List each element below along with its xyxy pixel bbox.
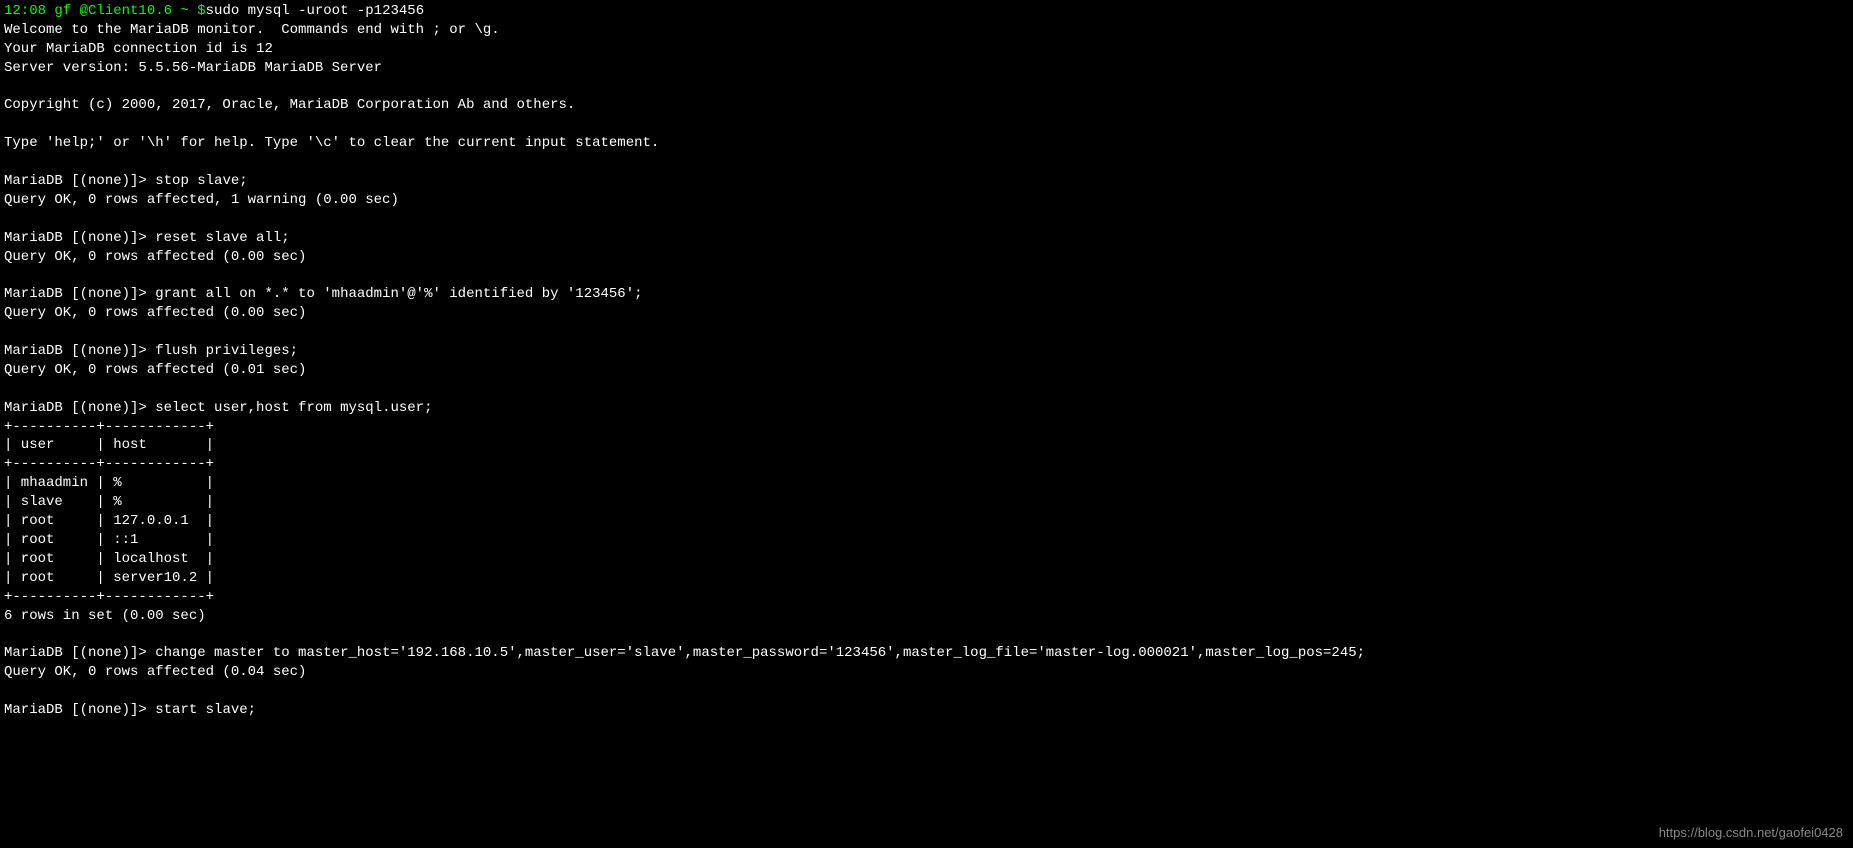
sql-result: Query OK, 0 rows affected (0.01 sec) bbox=[4, 362, 306, 378]
sql-result: Query OK, 0 rows affected (0.00 sec) bbox=[4, 249, 306, 265]
table-row: | slave | % | bbox=[4, 494, 214, 510]
sql-command: change master to master_host='192.168.10… bbox=[155, 645, 1365, 661]
banner-line: Server version: 5.5.56-MariaDB MariaDB S… bbox=[4, 60, 382, 76]
watermark-text: https://blog.csdn.net/gaofei0428 bbox=[1659, 824, 1843, 842]
sql-prompt: MariaDB [(none)]> bbox=[4, 645, 155, 661]
sql-command: select user,host from mysql.user; bbox=[155, 400, 432, 416]
sql-prompt: MariaDB [(none)]> bbox=[4, 230, 155, 246]
banner-line: Your MariaDB connection id is 12 bbox=[4, 41, 273, 57]
sql-result: Query OK, 0 rows affected, 1 warning (0.… bbox=[4, 192, 399, 208]
table-header: | user | host | bbox=[4, 437, 214, 453]
terminal-output[interactable]: 12:08 gf @Client10.6 ~ $sudo mysql -uroo… bbox=[0, 0, 1853, 722]
table-row: | mhaadmin | % | bbox=[4, 475, 214, 491]
table-row: | root | 127.0.0.1 | bbox=[4, 513, 214, 529]
sql-prompt: MariaDB [(none)]> bbox=[4, 173, 155, 189]
sql-prompt: MariaDB [(none)]> bbox=[4, 702, 155, 718]
table-border: +----------+------------+ bbox=[4, 589, 214, 605]
sql-command: stop slave; bbox=[155, 173, 247, 189]
sql-command: grant all on *.* to 'mhaadmin'@'%' ident… bbox=[155, 286, 642, 302]
prompt-user-host: gf @Client10.6 ~ bbox=[46, 3, 197, 19]
sql-result: Query OK, 0 rows affected (0.04 sec) bbox=[4, 664, 306, 680]
prompt-time: 12:08 bbox=[4, 3, 46, 19]
table-border: +----------+------------+ bbox=[4, 419, 214, 435]
sql-command: reset slave all; bbox=[155, 230, 289, 246]
table-row: | root | ::1 | bbox=[4, 532, 214, 548]
sql-prompt: MariaDB [(none)]> bbox=[4, 343, 155, 359]
banner-line: Copyright (c) 2000, 2017, Oracle, MariaD… bbox=[4, 97, 575, 113]
sql-command: start slave; bbox=[155, 702, 256, 718]
sql-prompt: MariaDB [(none)]> bbox=[4, 286, 155, 302]
row-summary: 6 rows in set (0.00 sec) bbox=[4, 608, 206, 624]
sql-result: Query OK, 0 rows affected (0.00 sec) bbox=[4, 305, 306, 321]
shell-command: sudo mysql -uroot -p123456 bbox=[206, 3, 424, 19]
table-row: | root | localhost | bbox=[4, 551, 214, 567]
table-row: | root | server10.2 | bbox=[4, 570, 214, 586]
table-border: +----------+------------+ bbox=[4, 456, 214, 472]
prompt-dollar: $ bbox=[197, 3, 205, 19]
sql-command: flush privileges; bbox=[155, 343, 298, 359]
banner-line: Welcome to the MariaDB monitor. Commands… bbox=[4, 22, 500, 38]
banner-line: Type 'help;' or '\h' for help. Type '\c'… bbox=[4, 135, 659, 151]
sql-prompt: MariaDB [(none)]> bbox=[4, 400, 155, 416]
